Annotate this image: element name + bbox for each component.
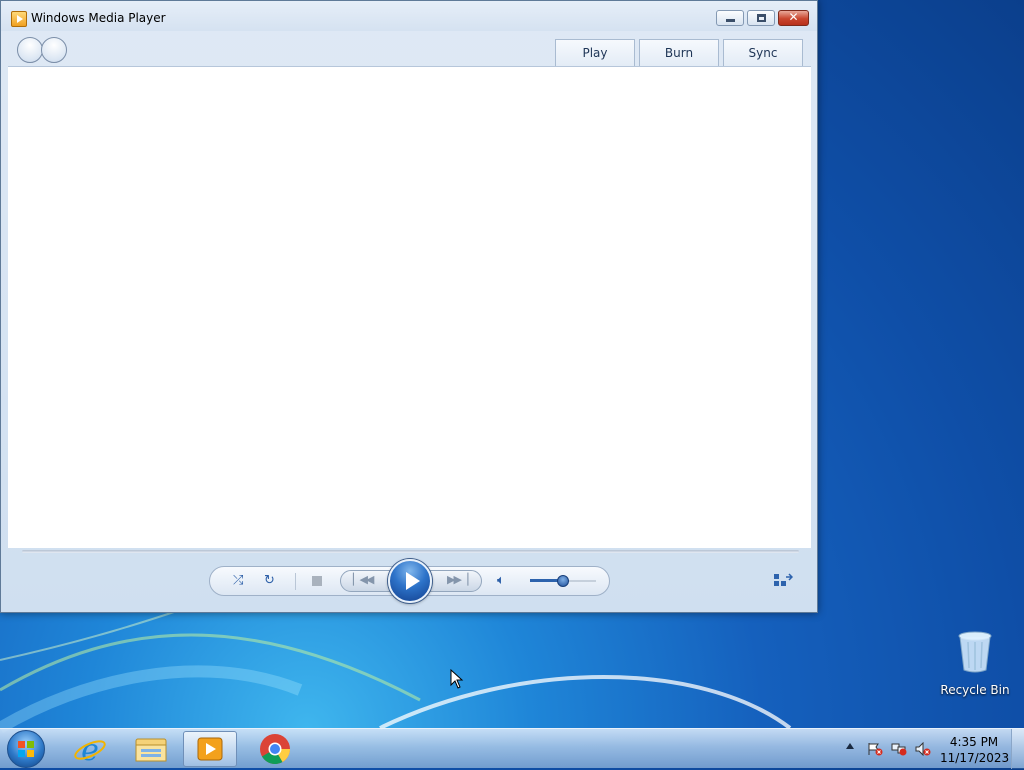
close-icon: ✕ [788, 10, 799, 24]
close-button[interactable]: ✕ [778, 10, 809, 26]
nav-buttons [17, 37, 67, 63]
windows-logo-icon [18, 741, 34, 757]
mute-icon[interactable]: 🔈︎ [497, 573, 505, 589]
tab-sync[interactable]: Sync [723, 39, 803, 66]
playback-controls: ⤮ ↻ ▏◀◀ ▶▶▕ 🔈︎ [209, 559, 610, 603]
taskbar-windows-media-player[interactable] [183, 731, 237, 767]
window-title: Windows Media Player [31, 11, 166, 25]
previous-icon[interactable]: ▏◀◀ [353, 573, 374, 586]
taskbar-chrome[interactable] [248, 731, 302, 767]
system-clock[interactable]: 4:35 PM 11/17/2023 [940, 734, 1010, 766]
windows-explorer-icon [135, 738, 167, 762]
mouse-cursor-icon [450, 669, 464, 689]
forward-button[interactable] [41, 37, 67, 63]
wmp-window[interactable]: Windows Media Player ✕ Play Burn Sync ⤮ … [0, 0, 818, 613]
tab-bar: Play Burn Sync [555, 39, 803, 66]
maximize-button[interactable] [747, 10, 775, 26]
volume-slider[interactable] [530, 575, 596, 587]
internet-explorer-icon: e [74, 733, 106, 768]
shuffle-icon[interactable]: ⤮ [233, 573, 243, 589]
action-center-flag-icon[interactable] [867, 742, 883, 756]
tab-burn[interactable]: Burn [639, 39, 719, 66]
caption-buttons: ✕ [716, 10, 809, 26]
volume-thumb[interactable] [557, 575, 569, 587]
clock-time: 4:35 PM [949, 735, 999, 749]
title-bar[interactable]: Windows Media Player ✕ [1, 1, 817, 31]
back-button[interactable] [17, 37, 43, 63]
stop-button[interactable] [312, 576, 322, 586]
taskbar-internet-explorer[interactable]: e [63, 731, 117, 768]
taskbar: e 4:35 PM 11/17/2023 [0, 728, 1024, 769]
library-content-pane[interactable] [8, 66, 811, 548]
seek-bar[interactable] [22, 550, 799, 553]
switch-to-now-playing-icon[interactable] [773, 573, 793, 589]
show-hidden-icons-icon[interactable] [846, 743, 854, 749]
wmp-app-icon [11, 11, 27, 27]
minimize-icon [726, 19, 735, 22]
chrome-icon [260, 734, 290, 765]
volume-muted-icon[interactable] [915, 742, 931, 756]
controls-divider [295, 573, 296, 590]
recycle-bin-icon [958, 631, 992, 673]
recycle-bin-label: Recycle Bin [940, 683, 1010, 697]
windows-media-player-icon [197, 737, 223, 761]
tab-play[interactable]: Play [555, 39, 635, 66]
next-icon[interactable]: ▶▶▕ [447, 573, 468, 586]
repeat-icon[interactable]: ↻ [264, 573, 275, 589]
start-button[interactable] [7, 730, 45, 768]
play-button[interactable] [388, 559, 432, 603]
show-desktop-button[interactable] [1011, 729, 1024, 769]
recycle-bin[interactable]: Recycle Bin [940, 630, 1010, 697]
minimize-button[interactable] [716, 10, 744, 26]
clock-date: 11/17/2023 [940, 751, 1010, 765]
taskbar-windows-explorer[interactable] [124, 731, 178, 767]
svg-text:e: e [81, 733, 99, 767]
maximize-icon [757, 14, 766, 22]
network-icon[interactable] [891, 742, 907, 756]
